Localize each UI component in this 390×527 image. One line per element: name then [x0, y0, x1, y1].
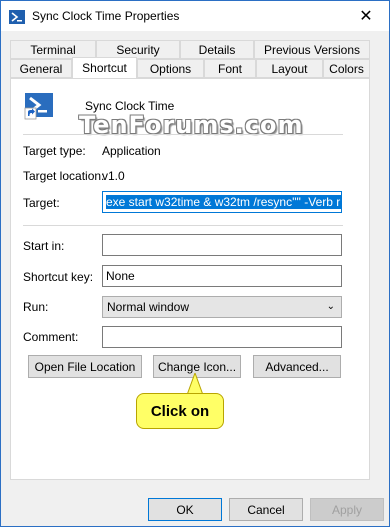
tab-options[interactable]: Options [137, 59, 204, 78]
click-on-callout: Click on [136, 393, 224, 429]
target-input[interactable]: exe start w32time & w32tm /resync'"' -Ve… [102, 191, 342, 213]
run-select-value: Normal window [107, 300, 190, 314]
target-type-value: Application [102, 144, 161, 158]
start-in-input[interactable] [102, 234, 342, 256]
divider [23, 225, 343, 226]
window-title: Sync Clock Time Properties [32, 9, 180, 23]
tab-layout[interactable]: Layout [256, 59, 323, 78]
run-label: Run: [23, 300, 49, 314]
apply-button[interactable]: Apply [310, 498, 384, 521]
comment-label: Comment: [23, 330, 79, 344]
chevron-down-icon: ⌄ [326, 301, 335, 312]
tab-details[interactable]: Details [180, 40, 254, 59]
target-location-label: Target location: [23, 169, 105, 183]
open-file-location-button[interactable]: Open File Location [28, 355, 142, 378]
ok-button[interactable]: OK [148, 498, 222, 521]
target-type-label: Target type: [23, 144, 86, 158]
powershell-shortcut-icon [24, 93, 53, 120]
target-value: exe start w32time & w32tm /resync'"' -Ve… [106, 195, 341, 209]
target-location-value: v1.0 [102, 169, 125, 183]
advanced-button[interactable]: Advanced... [253, 355, 341, 378]
run-select[interactable]: Normal window ⌄ [102, 296, 342, 318]
target-label: Target: [23, 196, 60, 210]
comment-input[interactable] [102, 326, 342, 348]
close-icon: ✕ [359, 8, 373, 25]
properties-window: Sync Clock Time Properties ✕ Terminal Se… [0, 0, 390, 527]
divider [23, 134, 343, 135]
tab-previous-versions[interactable]: Previous Versions [254, 40, 370, 59]
cancel-button[interactable]: Cancel [229, 498, 303, 521]
shortcut-key-label: Shortcut key: [23, 270, 94, 284]
close-button[interactable]: ✕ [343, 1, 389, 31]
powershell-icon [9, 10, 25, 24]
tab-colors[interactable]: Colors [323, 59, 370, 78]
tab-font[interactable]: Font [204, 59, 256, 78]
shortcut-key-input[interactable]: None [102, 265, 342, 287]
title-bar[interactable]: Sync Clock Time Properties ✕ [1, 1, 389, 31]
tab-shortcut[interactable]: Shortcut [72, 57, 137, 78]
start-in-label: Start in: [23, 239, 65, 253]
tab-general[interactable]: General [10, 59, 72, 78]
